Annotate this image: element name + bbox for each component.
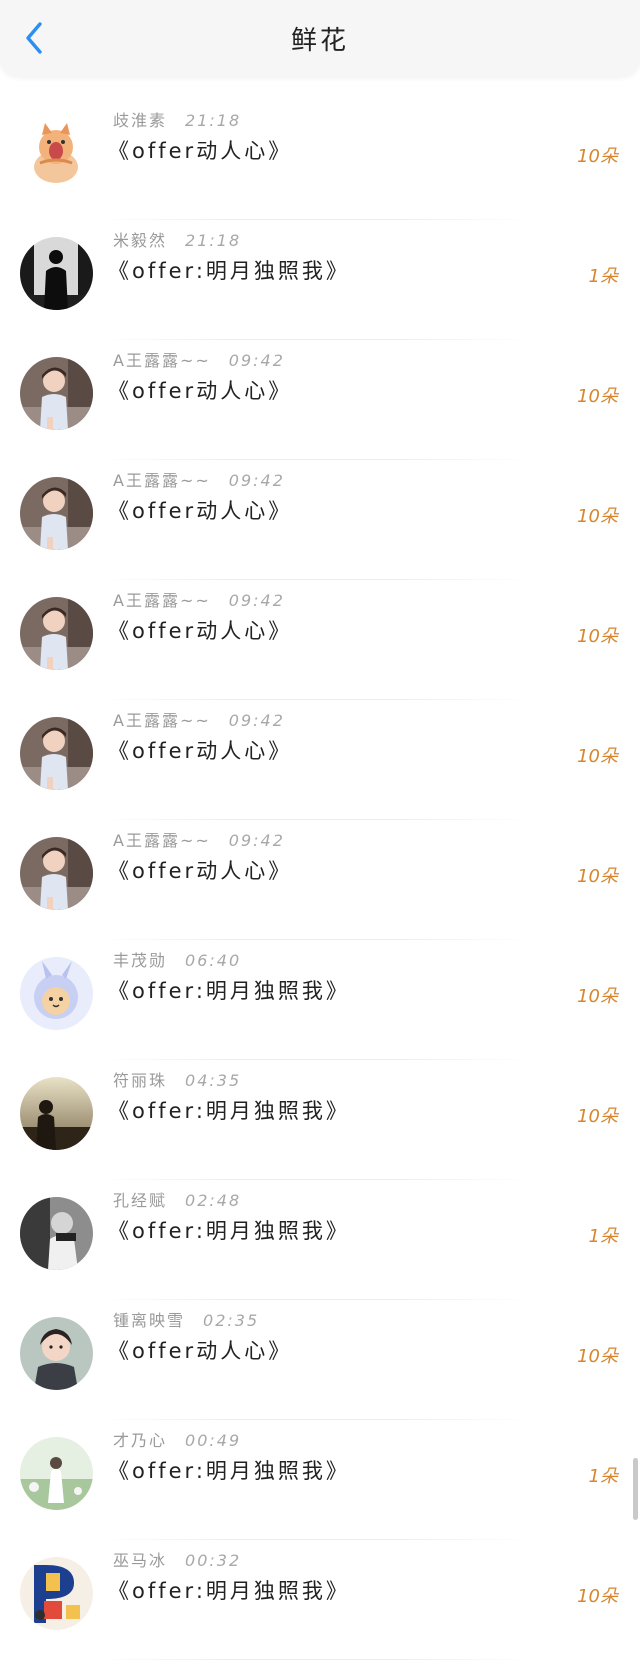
top-bar: 鲜花 [0,0,640,76]
avatar[interactable] [20,1557,93,1630]
user-name: 歧淮素 [113,111,168,130]
list-item[interactable]: 歧淮素 21:18 《offer动人心》 10朵 [0,100,640,220]
sender-info: 才乃心 00:49 [113,1427,241,1451]
gift-title: 《offer:明月独照我》 [108,1459,350,1483]
avatar[interactable] [20,597,93,670]
user-name: A王露露~~ [113,471,211,490]
sender-info: 米毅然 21:18 [113,227,241,251]
sender-info: 巫马冰 00:32 [113,1547,241,1571]
sender-info: 歧淮素 21:18 [113,107,241,131]
avatar[interactable] [20,1437,93,1510]
gift-title: 《offer动人心》 [108,859,293,883]
list-item[interactable]: 符丽珠 04:35 《offer:明月独照我》 10朵 [0,1060,640,1180]
timestamp: 09:42 [228,471,285,490]
avatar[interactable] [20,357,93,430]
list-item[interactable]: 米毅然 21:18 《offer:明月独照我》 1朵 [0,220,640,340]
avatar[interactable] [20,837,93,910]
sender-info: A王露露~~ 09:42 [113,347,285,371]
timestamp: 02:35 [203,1311,260,1330]
gift-title: 《offer动人心》 [108,379,293,403]
gift-title: 《offer动人心》 [108,139,293,163]
sender-info: A王露露~~ 09:42 [113,827,285,851]
sender-info: A王露露~~ 09:42 [113,587,285,611]
sender-info: 丰茂勋 06:40 [113,947,241,971]
flower-count: 1朵 [588,1226,618,1247]
avatar[interactable] [20,237,93,310]
avatar[interactable] [20,717,93,790]
flower-count: 10朵 [577,506,618,527]
timestamp: 00:32 [185,1551,242,1570]
gift-title: 《offer:明月独照我》 [108,1099,350,1123]
list-item[interactable]: 锺离映雪 02:35 《offer动人心》 10朵 [0,1300,640,1420]
gift-title: 《offer:明月独照我》 [108,1219,350,1243]
timestamp: 09:42 [228,711,285,730]
gift-title: 《offer动人心》 [108,1339,293,1363]
avatar[interactable] [20,477,93,550]
page-title: 鲜花 [290,26,349,56]
flower-count: 1朵 [588,266,618,287]
gift-title: 《offer动人心》 [108,739,293,763]
gift-title: 《offer:明月独照我》 [108,1579,350,1603]
avatar[interactable] [20,1197,93,1270]
timestamp: 00:49 [185,1431,242,1450]
flower-count: 10朵 [577,1586,618,1607]
flower-count: 1朵 [588,1466,618,1487]
sender-info: A王露露~~ 09:42 [113,467,285,491]
avatar[interactable] [20,957,93,1030]
user-name: A王露露~~ [113,711,211,730]
user-name: 符丽珠 [113,1071,168,1090]
avatar[interactable] [20,1077,93,1150]
flower-count: 10朵 [577,386,618,407]
timestamp: 21:18 [185,111,242,130]
user-name: 才乃心 [113,1431,168,1450]
flower-count: 10朵 [577,1106,618,1127]
gift-title: 《offer:明月独照我》 [108,259,350,283]
list-item[interactable]: 丰茂勋 06:40 《offer:明月独照我》 10朵 [0,940,640,1060]
user-name: 丰茂勋 [113,951,168,970]
timestamp: 09:42 [228,591,285,610]
timestamp: 09:42 [228,831,285,850]
timestamp: 02:48 [185,1191,242,1210]
flower-count: 10朵 [577,146,618,167]
sender-info: 锺离映雪 02:35 [113,1307,259,1331]
list-item[interactable]: A王露露~~ 09:42 《offer动人心》 10朵 [0,580,640,700]
flower-count: 10朵 [577,746,618,767]
list-item[interactable]: 才乃心 00:49 《offer:明月独照我》 1朵 [0,1420,640,1540]
row-divider [100,1659,530,1660]
list-item[interactable]: A王露露~~ 09:42 《offer动人心》 10朵 [0,460,640,580]
list-item[interactable]: 孔经赋 02:48 《offer:明月独照我》 1朵 [0,1180,640,1300]
sender-info: A王露露~~ 09:42 [113,707,285,731]
timestamp: 09:42 [228,351,285,370]
list-item[interactable]: A王露露~~ 09:42 《offer动人心》 10朵 [0,700,640,820]
timestamp: 06:40 [185,951,242,970]
list-item[interactable]: A王露露~~ 09:42 《offer动人心》 10朵 [0,820,640,940]
timestamp: 04:35 [185,1071,242,1090]
flower-count: 10朵 [577,1346,618,1367]
user-name: A王露露~~ [113,591,211,610]
flower-gift-list: 歧淮素 21:18 《offer动人心》 10朵 米毅然 21:18 《offer:明月独照… [0,100,640,1660]
sender-info: 符丽珠 04:35 [113,1067,241,1091]
user-name: 米毅然 [113,231,168,250]
gift-title: 《offer:明月独照我》 [108,979,350,1003]
user-name: A王露露~~ [113,831,211,850]
list-item[interactable]: A王露露~~ 09:42 《offer动人心》 10朵 [0,340,640,460]
avatar[interactable] [20,117,93,190]
gift-title: 《offer动人心》 [108,499,293,523]
list-item[interactable]: 巫马冰 00:32 《offer:明月独照我》 10朵 [0,1540,640,1660]
user-name: 锺离映雪 [113,1311,186,1330]
user-name: A王露露~~ [113,351,211,370]
user-name: 孔经赋 [113,1191,168,1210]
sender-info: 孔经赋 02:48 [113,1187,241,1211]
flower-count: 10朵 [577,986,618,1007]
avatar[interactable] [20,1317,93,1390]
user-name: 巫马冰 [113,1551,168,1570]
gift-title: 《offer动人心》 [108,619,293,643]
flower-count: 10朵 [577,866,618,887]
scrollbar[interactable] [633,1458,638,1520]
timestamp: 21:18 [185,231,242,250]
flower-count: 10朵 [577,626,618,647]
